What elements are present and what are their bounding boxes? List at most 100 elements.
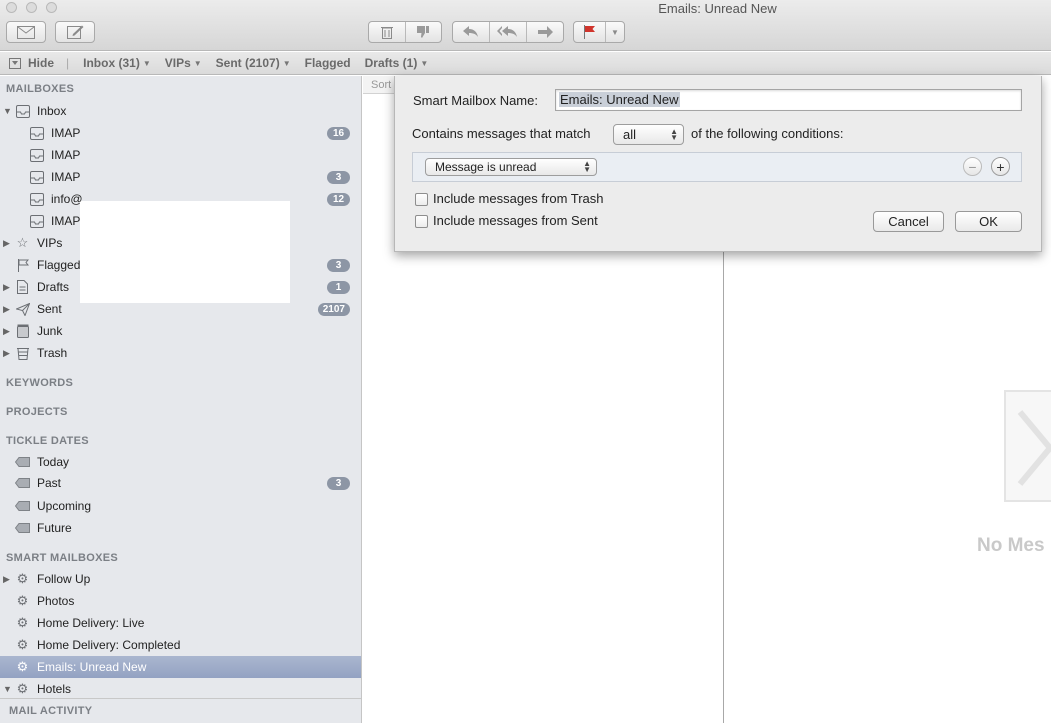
keywords-header: KEYWORDS [6, 377, 74, 389]
sidebar-item-label: Future [37, 521, 72, 535]
sidebar-item-account[interactable]: IMAP [0, 144, 361, 166]
sidebar-item-emails-unread-new[interactable]: ⚙ Emails: Unread New [0, 656, 361, 678]
favorite-drafts-label: Drafts (1) [364, 56, 418, 70]
include-sent-checkbox[interactable] [415, 215, 428, 228]
gear-icon: ⚙ [16, 571, 29, 586]
sidebar-item-vips[interactable]: ▶ ☆ VIPs [0, 232, 361, 254]
inbox-icon [29, 192, 44, 207]
favorite-inbox[interactable]: Inbox (31) ▼ [83, 56, 151, 70]
sidebar-item-trash[interactable]: ▶ Trash [0, 342, 361, 364]
chevron-down-icon: ▼ [282, 58, 291, 68]
gear-icon: ⚙ [16, 615, 29, 630]
sidebar-item-label: Hotels [37, 682, 72, 696]
favorite-drafts[interactable]: Drafts (1) ▼ [365, 56, 429, 70]
compose-icon [66, 25, 83, 39]
favorite-flagged[interactable]: Flagged [305, 56, 351, 70]
smart-mailbox-dialog: Smart Mailbox Name: Emails: Unread New C… [394, 76, 1042, 252]
cancel-button[interactable]: Cancel [873, 211, 944, 232]
mailbox-name-field[interactable]: Emails: Unread New [555, 89, 1022, 111]
gear-icon: ⚙ [16, 681, 29, 696]
sidebar-item-label: info@ [51, 192, 83, 206]
match-value: all [623, 127, 637, 142]
sidebar-item-label: Drafts [37, 280, 70, 294]
sidebar-item-sent[interactable]: ▶ Sent 2107 [0, 298, 361, 320]
contains-label: Contains messages that match [412, 126, 591, 141]
sidebar-item-account[interactable]: IMAP [0, 210, 361, 232]
no-message-text: No Mes [977, 535, 1045, 556]
favorite-sent[interactable]: Sent (2107) ▼ [216, 56, 291, 70]
favorite-flagged-label: Flagged [304, 56, 351, 70]
tag-icon [15, 476, 30, 491]
ok-button[interactable]: OK [955, 211, 1022, 232]
chevron-down-icon: ▼ [611, 27, 619, 37]
reply-icon [463, 26, 478, 37]
sidebar-item-label: Flagged [37, 258, 81, 272]
sidebar-item-label: IMAP [51, 214, 81, 228]
favorite-vips[interactable]: VIPs ▼ [165, 56, 202, 70]
envelope-icon [17, 25, 35, 39]
mailbox-sidebar: MAILBOXES ▼ Inbox IMAP 16 IMAP IMAP 3 in… [0, 76, 362, 723]
sidebar-item-past[interactable]: Past 3 [0, 472, 361, 494]
match-select[interactable]: all ▲ ▼ [613, 124, 684, 145]
disclosure-open-icon: ▼ [3, 106, 12, 116]
projects-header: PROJECTS [6, 406, 68, 418]
sidebar-item-account[interactable]: IMAP 3 [0, 166, 361, 188]
mailboxes-header: MAILBOXES [6, 83, 75, 95]
sidebar-item-home-delivery-live[interactable]: ⚙ Home Delivery: Live [0, 612, 361, 634]
sidebar-item-hotels[interactable]: ▼ ⚙ Hotels [0, 678, 361, 700]
flag-menu-button[interactable]: ▼ [606, 22, 624, 42]
sidebar-item-home-delivery-completed[interactable]: ⚙ Home Delivery: Completed [0, 634, 361, 656]
sidebar-item-photos[interactable]: ⚙ Photos [0, 590, 361, 612]
compose-button[interactable] [55, 21, 95, 43]
get-mail-button[interactable] [6, 21, 46, 43]
chevron-down-icon: ▼ [142, 58, 151, 68]
junk-button[interactable] [406, 22, 442, 42]
sidebar-item-upcoming[interactable]: Upcoming [0, 495, 361, 517]
hide-sidebar-button[interactable]: Hide [9, 56, 54, 70]
unread-count-badge: 3 [327, 476, 350, 490]
reply-group [452, 21, 564, 43]
flag-button[interactable] [574, 22, 606, 42]
disclosure-closed-icon: ▶ [3, 281, 10, 292]
sidebar-item-follow-up[interactable]: ▶ ⚙ Follow Up [0, 568, 361, 590]
reply-button[interactable] [453, 22, 490, 42]
close-window-button[interactable] [6, 2, 17, 13]
condition-select[interactable]: Message is unread ▲ ▼ [425, 158, 597, 176]
sidebar-item-label: Upcoming [37, 499, 92, 513]
sidebar-item-flagged[interactable]: Flagged 3 [0, 254, 361, 276]
unread-count-badge: 3 [327, 170, 350, 184]
sidebar-item-label: VIPs [37, 236, 63, 250]
minus-icon: − [968, 158, 977, 175]
disclosure-open-icon: ▼ [3, 684, 12, 694]
include-trash-checkbox[interactable] [415, 193, 428, 206]
trash-icon [15, 346, 30, 361]
favorite-vips-label: VIPs [164, 56, 191, 70]
sidebar-item-future[interactable]: Future [0, 517, 361, 539]
thumbs-down-icon [417, 26, 430, 38]
sidebar-item-junk[interactable]: ▶ Junk [0, 320, 361, 342]
tag-icon [15, 499, 30, 514]
add-condition-button[interactable]: + [991, 157, 1010, 176]
inbox-icon [29, 214, 44, 229]
sidebar-item-account[interactable]: IMAP 16 [0, 122, 361, 144]
window-toolbar: Emails: Unread New ▼ [0, 0, 1051, 51]
sidebar-item-account[interactable]: info@ 12 [0, 188, 361, 210]
forward-button[interactable] [527, 22, 563, 42]
disclosure-closed-icon: ▶ [3, 325, 10, 336]
remove-condition-button[interactable]: − [963, 157, 982, 176]
minimize-window-button[interactable] [26, 2, 37, 13]
sidebar-item-today[interactable]: Today [0, 451, 361, 473]
reply-all-button[interactable] [490, 22, 527, 42]
trash-icon [380, 27, 393, 39]
junk-bin-icon [15, 324, 30, 339]
unread-count-badge: 1 [327, 280, 350, 294]
forward-icon [538, 26, 553, 38]
zoom-window-button[interactable] [46, 2, 57, 13]
delete-button[interactable] [369, 22, 406, 42]
envelope-icon [1004, 390, 1051, 502]
sidebar-item-inbox[interactable]: ▼ Inbox [0, 100, 361, 122]
tag-icon [15, 521, 30, 536]
disclosure-closed-icon: ▶ [3, 573, 10, 584]
inbox-icon [15, 104, 30, 119]
sidebar-item-drafts[interactable]: ▶ Drafts 1 [0, 276, 361, 298]
